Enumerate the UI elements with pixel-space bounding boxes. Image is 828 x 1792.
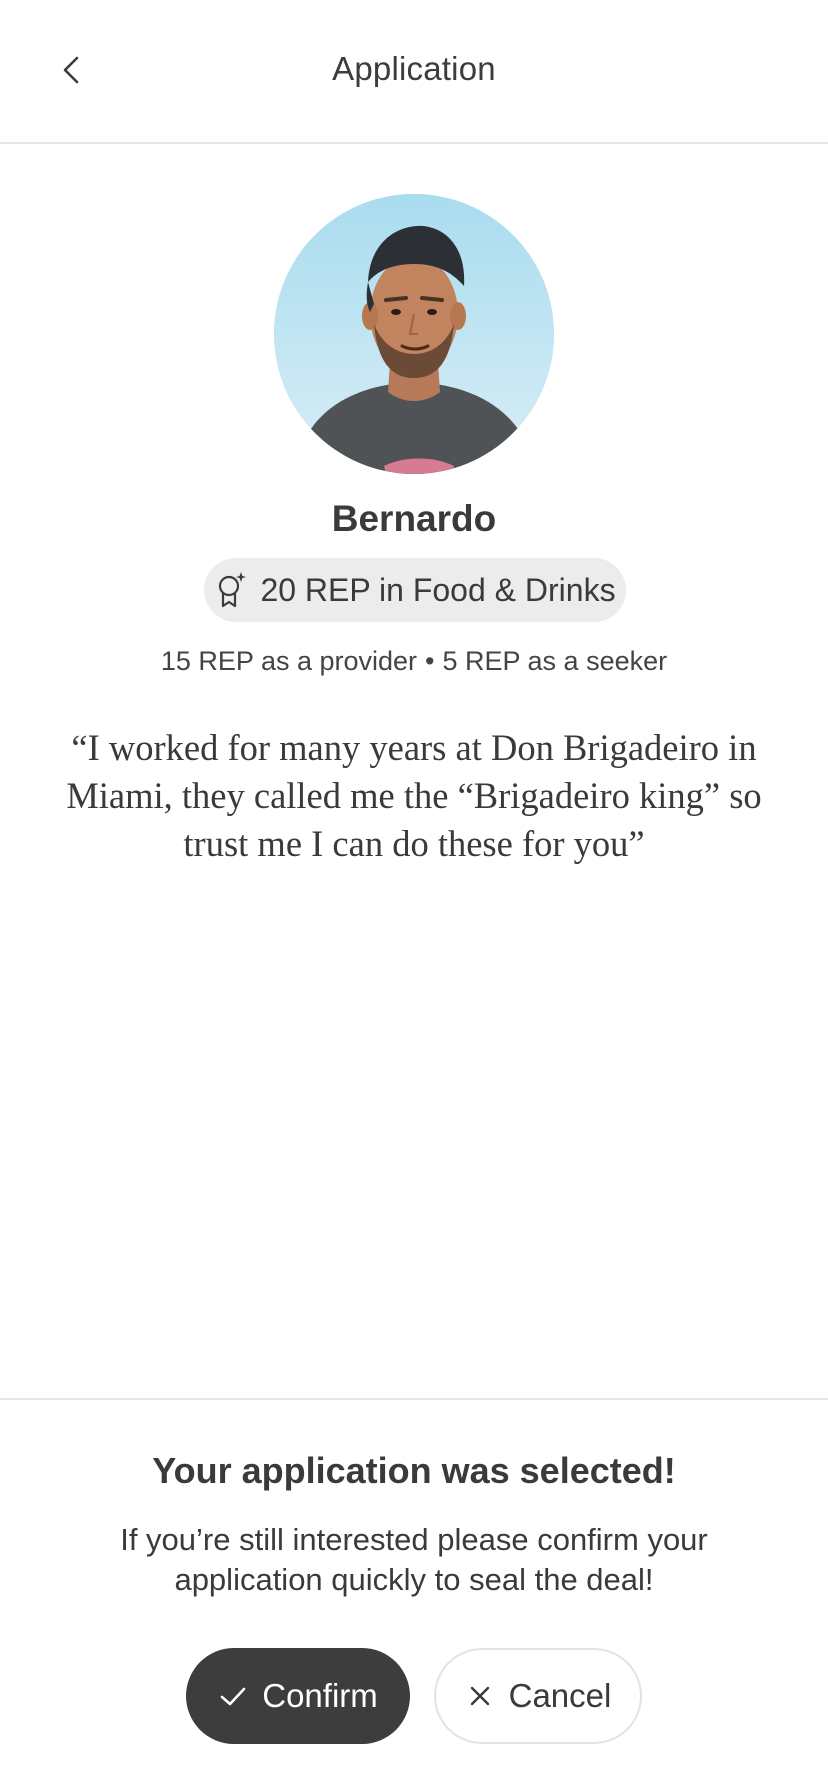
top-bar: Application — [0, 0, 828, 144]
confirm-label: Confirm — [262, 1677, 378, 1714]
application-screen: Application Bernardo 20 REP in Food & Dr… — [0, 0, 828, 1792]
rep-seeker: 5 REP as a seeker — [442, 646, 668, 676]
confirm-button[interactable]: Confirm — [186, 1648, 410, 1744]
cancel-label: Cancel — [508, 1677, 612, 1714]
page-title: Application — [332, 50, 496, 87]
award-badge-icon — [214, 570, 248, 610]
rep-separator: • — [425, 646, 435, 676]
rep-badge: 20 REP in Food & Drinks — [204, 558, 626, 622]
rep-stats: 15 REP as a provider • 5 REP as a seeker — [0, 646, 828, 677]
profile-name: Bernardo — [331, 498, 497, 539]
cancel-button[interactable]: Cancel — [434, 1648, 642, 1744]
checkmark-icon — [218, 1681, 248, 1711]
rep-provider: 15 REP as a provider — [160, 646, 418, 676]
application-quote: “I worked for many years at Don Brigadei… — [66, 727, 762, 864]
selection-message: If you’re still interested please confir… — [120, 1522, 708, 1597]
avatar — [274, 194, 554, 474]
selection-title: Your application was selected! — [152, 1450, 676, 1491]
rep-badge-label: 20 REP in Food & Drinks — [260, 571, 616, 608]
selection-panel: Your application was selected! If you’re… — [0, 1398, 828, 1792]
close-icon — [465, 1681, 495, 1711]
